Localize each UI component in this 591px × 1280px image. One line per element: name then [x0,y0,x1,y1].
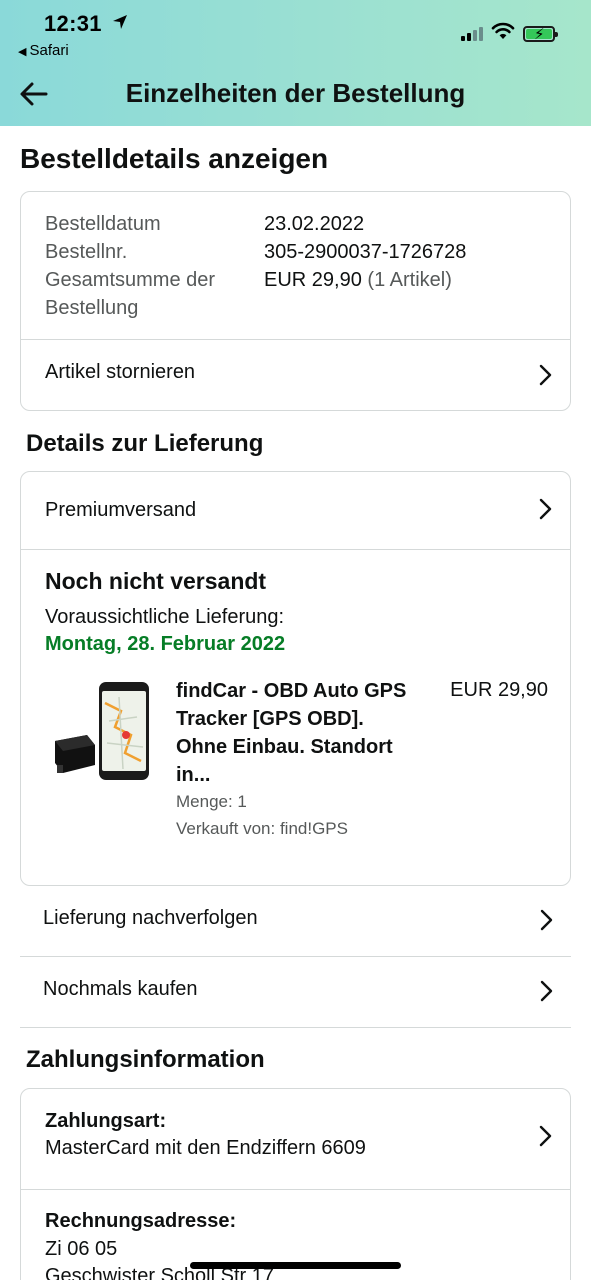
order-date-label: Bestelldatum [45,213,161,235]
expected-delivery-date: Montag, 28. Februar 2022 [45,633,286,655]
payment-card: Zahlungsart: MasterCard mit den Endziffe… [20,1088,571,1280]
page-title: Bestelldetails anzeigen [20,143,329,174]
status-icons: ⚡ [461,22,558,45]
back-app-label: Safari [29,42,69,59]
buy-again-label: Nochmals kaufen [43,978,198,1000]
location-arrow-icon [112,10,128,36]
chevron-right-icon [540,980,553,1002]
payment-method-row[interactable]: Zahlungsart: MasterCard mit den Endziffe… [21,1089,570,1189]
shipment-status: Noch nicht versandt [45,568,267,594]
product-image[interactable] [49,677,159,787]
divider [21,549,570,550]
chevron-right-icon [540,909,553,931]
product-quantity: Menge: 1 [176,792,247,811]
order-total: EUR 29,90 (1 Artikel) [264,266,452,294]
order-total-value: EUR 29,90 [264,269,362,291]
back-triangle-icon: ◀ [18,46,27,58]
track-delivery-label: Lieferung nachverfolgen [43,907,258,929]
billing-address-label: Rechnungsadresse: [45,1210,237,1232]
delivery-card: Premiumversand Noch nicht versandt Vorau… [20,471,571,886]
payment-method-label: Zahlungsart: [45,1110,167,1132]
cellular-signal-icon [461,26,483,41]
product-title[interactable]: findCar - OBD Auto GPS Tracker [GPS OBD]… [176,677,416,789]
nav-title: Einzelheiten der Bestellung [125,78,466,108]
home-indicator[interactable] [190,1262,401,1269]
cancel-items-label: Artikel stornieren [45,361,196,383]
chevron-right-icon [539,1125,552,1147]
app-header: 12:31 ◀ Safari ⚡ Einzelheiten der Bestell… [0,0,591,126]
chevron-right-icon [539,364,552,386]
battery-charging-icon: ⚡ [523,25,558,43]
shipping-method-row[interactable]: Premiumversand [21,472,570,549]
back-to-safari[interactable]: ◀ Safari [18,42,69,59]
divider [21,1189,570,1190]
order-number-value: 305-2900037-1726728 [264,241,467,263]
order-number-label: Bestellnr. [45,241,128,263]
status-time: 12:31 [44,10,128,37]
divider [20,1027,571,1028]
track-delivery-row[interactable]: Lieferung nachverfolgen [20,886,571,956]
delivery-section-title: Details zur Lieferung [26,430,264,457]
shipping-method-label: Premiumversand [45,499,197,521]
order-total-items: (1 Artikel) [367,269,452,291]
buy-again-row[interactable]: Nochmals kaufen [20,957,571,1027]
product-seller: Verkauft von: find!GPS [176,819,348,838]
status-time-text: 12:31 [44,11,102,36]
payment-method-value: MasterCard mit den Endziffern 6609 [45,1137,366,1159]
cancel-items-row[interactable]: Artikel stornieren [21,340,570,410]
order-summary-card: Bestelldatum 23.02.2022 Bestellnr. 305-2… [20,191,571,411]
payment-section-title: Zahlungsinformation [26,1046,265,1073]
billing-address-line1: Zi 06 05 [45,1238,118,1260]
chevron-right-icon [539,498,552,520]
expected-delivery-label: Voraussichtliche Lieferung: [45,606,285,628]
wifi-icon [491,22,515,45]
product-price: EUR 29,90 [450,679,548,701]
order-date-value: 23.02.2022 [264,213,365,235]
order-total-label: Gesamtsumme der Bestellung [45,269,216,319]
